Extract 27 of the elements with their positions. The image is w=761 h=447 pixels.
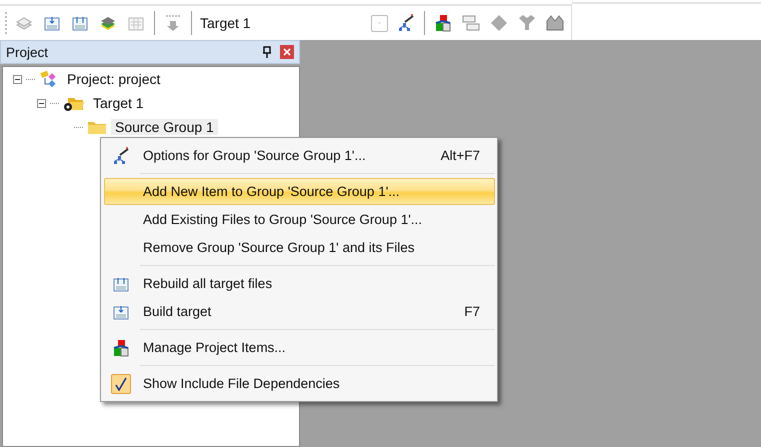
- close-button[interactable]: [280, 45, 294, 59]
- tree-item[interactable]: Source Group 1: [111, 119, 218, 135]
- blocks-icon[interactable]: [433, 13, 453, 33]
- cluster-icon[interactable]: [545, 13, 565, 33]
- menu-item[interactable]: Build target F7: [104, 298, 495, 325]
- tree-item[interactable]: Project: project: [63, 71, 164, 87]
- options-icon: [111, 146, 131, 166]
- target-selector[interactable]: Target 1: [200, 15, 251, 31]
- menu-item[interactable]: Show Include File Dependencies: [104, 370, 495, 397]
- tree-item[interactable]: Target 1: [89, 95, 148, 111]
- menu-item[interactable]: Remove Group 'Source Group 1' and its Files: [104, 234, 495, 261]
- panel-title: Project: [6, 44, 50, 60]
- menu-item[interactable]: Add Existing Files to Group 'Source Group 1'...: [104, 206, 495, 233]
- menu-item[interactable]: Manage Project Items...: [104, 334, 495, 361]
- menu-item[interactable]: Options for Group 'Source Group 1'... Alt+F7: [104, 142, 495, 169]
- collapse-toggle[interactable]: [13, 74, 22, 84]
- download-icon[interactable]: [163, 13, 183, 33]
- collapse-toggle[interactable]: [37, 98, 46, 108]
- windows-icon[interactable]: [461, 13, 481, 33]
- folder-icon: [87, 119, 107, 135]
- checkbox[interactable]: [111, 374, 131, 394]
- menu-item[interactable]: Add New Item to Group 'Source Group 1'...: [104, 178, 495, 205]
- menu-item[interactable]: Rebuild all target files: [104, 270, 495, 297]
- blocks-icon: [111, 338, 131, 358]
- pin-icon[interactable]: [262, 46, 272, 58]
- close-icon: [283, 48, 291, 56]
- wand-icon[interactable]: [396, 13, 416, 33]
